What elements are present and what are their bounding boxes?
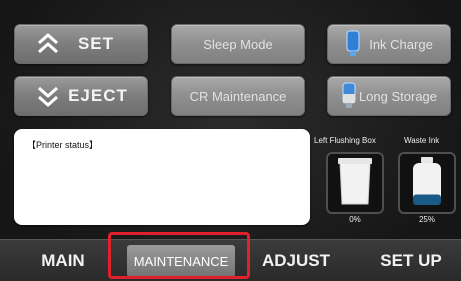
set-button[interactable]: SET xyxy=(14,24,148,64)
tab-adjust[interactable]: ADJUST xyxy=(254,240,338,281)
tab-main-label: MAIN xyxy=(41,251,85,270)
long-storage-icon xyxy=(342,82,356,108)
flushing-box-label: Left Flushing Box xyxy=(314,136,376,145)
eject-button-label: EJECT xyxy=(68,86,128,105)
cr-maintenance-label: CR Maintenance xyxy=(189,88,287,104)
tab-main[interactable]: MAIN xyxy=(22,240,104,281)
set-button-label: SET xyxy=(77,34,115,53)
waste-ink-percent: 25% xyxy=(418,215,435,224)
waste-ink-gauge xyxy=(398,152,456,214)
sleep-mode-label: Sleep Mode xyxy=(203,36,273,52)
printer-status-panel: 【Printer status】 xyxy=(14,129,310,225)
sleep-mode-button[interactable]: Sleep Mode xyxy=(171,24,305,64)
flushing-box-icon xyxy=(338,158,372,205)
control-panel-screen: SET Sleep Mode Ink Charge EJECT CR Maint… xyxy=(0,0,461,281)
ink-charge-label: Ink Charge xyxy=(369,36,433,52)
waste-ink-label: Waste Ink xyxy=(404,136,440,145)
highlight-frame xyxy=(108,232,250,279)
waste-ink-bottle-icon xyxy=(413,157,441,205)
chevron-down-icon xyxy=(38,86,58,107)
long-storage-button[interactable]: Long Storage xyxy=(327,76,451,116)
eject-button[interactable]: EJECT xyxy=(14,76,148,116)
tab-setup[interactable]: SET UP xyxy=(366,240,456,281)
printer-status-title: 【Printer status】 xyxy=(27,140,99,150)
ink-charge-button[interactable]: Ink Charge xyxy=(327,24,451,64)
flushing-box-percent: 0% xyxy=(349,215,361,224)
flushing-box-gauge xyxy=(326,152,384,214)
cr-maintenance-button[interactable]: CR Maintenance xyxy=(171,76,305,116)
ink-pack-icon xyxy=(346,30,360,56)
tab-setup-label: SET UP xyxy=(380,251,442,270)
chevron-up-icon xyxy=(38,33,58,54)
tab-adjust-label: ADJUST xyxy=(261,251,330,270)
long-storage-label: Long Storage xyxy=(358,88,438,104)
